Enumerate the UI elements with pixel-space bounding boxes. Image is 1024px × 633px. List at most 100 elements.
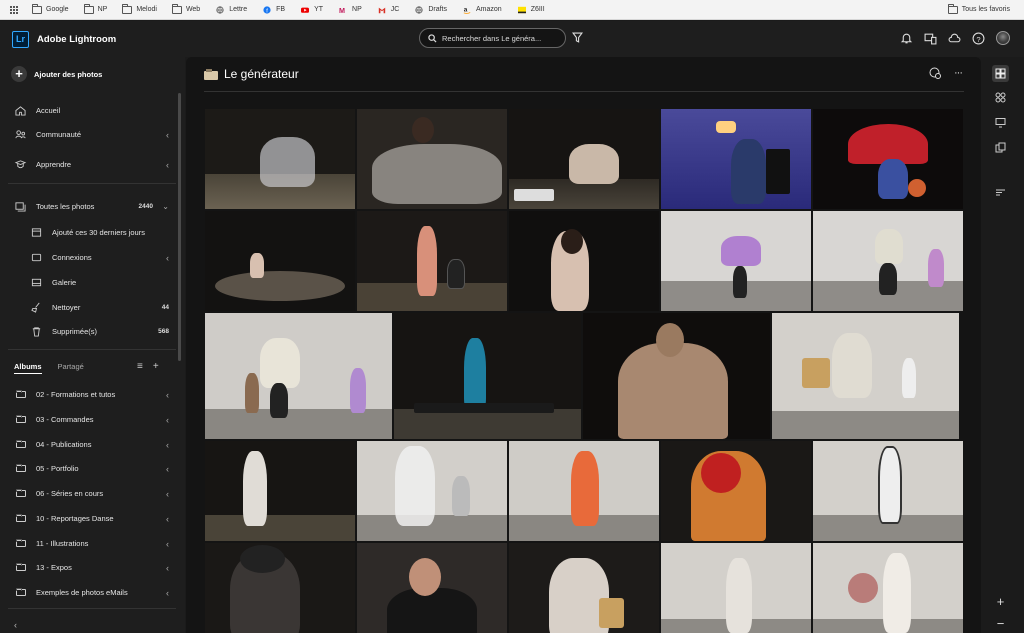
bookmark-z6iii[interactable]: Z6III	[517, 6, 545, 14]
add-album-icon[interactable]: +	[153, 361, 159, 372]
photo-thumbnail[interactable]	[394, 313, 581, 439]
photo-thumbnail[interactable]	[661, 441, 811, 541]
photo-thumbnail[interactable]	[661, 109, 811, 209]
album-item[interactable]: 11 - Illustrations ‹	[14, 538, 169, 549]
bookmark-melodi[interactable]: Melodi	[122, 4, 157, 14]
photo-thumbnail[interactable]	[813, 543, 963, 633]
sidebar-item-cleanup[interactable]: Nettoyer 44	[30, 302, 169, 313]
cloud-icon[interactable]	[948, 32, 961, 45]
sidebar-item-home[interactable]: Accueil	[14, 105, 169, 116]
collapse-sidebar-icon[interactable]: ‹	[14, 620, 17, 630]
album-item[interactable]: 02 - Formations et tutos ‹	[14, 389, 169, 400]
monitor-icon	[995, 118, 1006, 128]
album-item[interactable]: 04 - Publications ‹	[14, 439, 169, 450]
main-panel: Le générateur ···	[186, 57, 981, 633]
chevron-left-icon[interactable]: ‹	[166, 539, 169, 549]
search-icon	[428, 33, 437, 43]
filter-icon[interactable]	[572, 32, 583, 43]
photo-thumbnail[interactable]	[205, 543, 355, 633]
photo-grid-view-button[interactable]	[992, 65, 1009, 82]
tab-albums[interactable]: Albums	[14, 362, 42, 374]
bookmark-np[interactable]: NP	[83, 4, 107, 14]
album-item[interactable]: 05 - Portfolio ‹	[14, 463, 169, 474]
album-item[interactable]: 13 - Expos ‹	[14, 562, 169, 573]
chevron-left-icon[interactable]: ‹	[166, 464, 169, 474]
apps-icon[interactable]	[10, 5, 18, 14]
zoom-out-icon[interactable]: −	[992, 615, 1009, 632]
sidebar-item-all-photos[interactable]: Toutes les photos 2440 ⌄	[14, 201, 169, 212]
photo-thumbnail[interactable]	[357, 109, 507, 209]
photo-thumbnail[interactable]	[205, 313, 392, 439]
bell-icon[interactable]	[900, 32, 913, 45]
bookmark-web[interactable]: Web	[171, 4, 200, 14]
chevron-left-icon[interactable]: ‹	[166, 440, 169, 450]
album-item[interactable]: 06 - Séries en cours ‹	[14, 488, 169, 499]
help-icon[interactable]: ?	[972, 32, 985, 45]
chevron-left-icon[interactable]: ‹	[166, 489, 169, 499]
folder-icon	[14, 389, 27, 400]
bookmark-fb[interactable]: f FB	[262, 5, 285, 14]
photo-thumbnail[interactable]	[357, 441, 507, 541]
album-item[interactable]: 10 - Reportages Danse ‹	[14, 513, 169, 524]
square-grid-view-button[interactable]	[992, 89, 1009, 106]
photo-thumbnail[interactable]	[509, 109, 659, 209]
devices-icon[interactable]	[924, 32, 937, 45]
bookmark-lettre[interactable]: Lettre	[215, 5, 247, 14]
album-item[interactable]: 03 - Commandes ‹	[14, 414, 169, 425]
album-item[interactable]: Exemples de photos eMails ‹	[14, 587, 169, 598]
sidebar-scrollbar[interactable]	[178, 93, 181, 361]
photo-thumbnail[interactable]	[357, 211, 507, 311]
zoom-in-icon[interactable]: +	[992, 593, 1009, 610]
sidebar-item-community[interactable]: Communauté ‹	[14, 129, 169, 140]
chevron-left-icon[interactable]: ‹	[166, 514, 169, 524]
chevron-left-icon[interactable]: ‹	[166, 130, 169, 140]
sidebar-item-deleted[interactable]: Supprimée(s) 568	[30, 326, 169, 337]
share-album-icon[interactable]	[929, 67, 941, 79]
bookmark-yt[interactable]: YT	[300, 6, 323, 14]
add-photos-button[interactable]: + Ajouter des photos	[11, 66, 102, 82]
bookmark-np-medium[interactable]: M NP	[338, 6, 362, 14]
chevron-down-icon[interactable]: ⌄	[162, 202, 169, 211]
bookmark-jc[interactable]: JC	[377, 6, 399, 14]
deleted-count: 568	[158, 328, 169, 335]
sidebar-item-recent[interactable]: Ajouté ces 30 derniers jours	[30, 227, 169, 238]
photo-thumbnail[interactable]	[509, 211, 659, 311]
photo-thumbnail[interactable]	[205, 211, 355, 311]
photo-thumbnail[interactable]	[205, 441, 355, 541]
chevron-left-icon[interactable]: ‹	[166, 415, 169, 425]
photo-thumbnail[interactable]	[661, 211, 811, 311]
tab-shared[interactable]: Partagé	[58, 362, 84, 374]
bookmark-drafts[interactable]: Drafts	[414, 5, 447, 14]
detail-view-button[interactable]	[992, 114, 1009, 131]
chevron-left-icon[interactable]: ‹	[166, 253, 169, 263]
user-avatar[interactable]	[996, 31, 1010, 45]
photo-thumbnail[interactable]	[357, 543, 507, 633]
more-icon[interactable]: ···	[954, 67, 963, 79]
photo-thumbnail[interactable]	[583, 313, 770, 439]
bookmark-all-favorites[interactable]: Tous les favoris	[947, 4, 1010, 14]
photo-thumbnail[interactable]	[509, 441, 659, 541]
photo-thumbnail[interactable]	[205, 109, 355, 209]
sort-icon[interactable]: ≡	[137, 361, 143, 372]
photo-thumbnail[interactable]	[509, 543, 659, 633]
bookmark-google[interactable]: Google	[32, 4, 69, 14]
compare-view-button[interactable]	[992, 139, 1009, 156]
photo-thumbnail[interactable]	[661, 543, 811, 633]
chevron-left-icon[interactable]: ‹	[166, 588, 169, 598]
community-icon	[15, 130, 26, 139]
search-input[interactable]: Rechercher dans Le généra...	[419, 28, 566, 48]
chevron-left-icon[interactable]: ‹	[166, 563, 169, 573]
chevron-left-icon[interactable]: ‹	[166, 390, 169, 400]
sort-options-button[interactable]	[992, 184, 1009, 201]
photo-thumbnail[interactable]	[813, 211, 963, 311]
sidebar-item-connections[interactable]: Connexions ‹	[30, 252, 169, 263]
bookmark-amazon[interactable]: a Amazon	[462, 6, 502, 14]
sidebar-item-gallery[interactable]: Galerie	[30, 277, 169, 288]
sidebar-item-learn[interactable]: Apprendre ‹	[14, 159, 169, 170]
photo-thumbnail[interactable]	[813, 441, 963, 541]
photo-thumbnail[interactable]	[813, 109, 963, 209]
folder-icon	[14, 562, 27, 573]
chevron-left-icon[interactable]: ‹	[166, 160, 169, 170]
photo-thumbnail[interactable]	[772, 313, 959, 439]
search-placeholder: Rechercher dans Le généra...	[442, 33, 542, 43]
